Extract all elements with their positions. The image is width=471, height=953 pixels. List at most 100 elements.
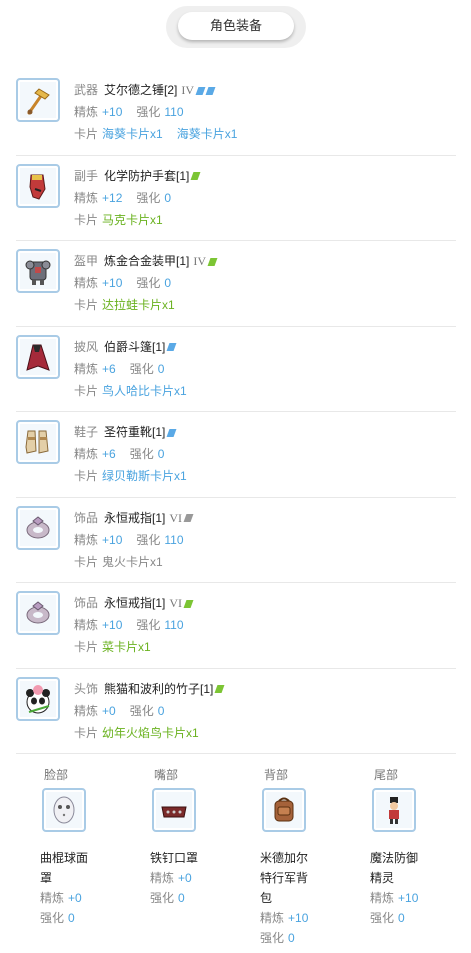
costume-name-line: 魔法防御 <box>370 851 419 865</box>
enhance-value: 0 <box>164 190 172 205</box>
card-name[interactable]: 海葵卡片x1 <box>177 127 238 141</box>
card-name[interactable]: 马克卡片x1 <box>102 213 163 227</box>
refine-value: +0 <box>178 871 192 885</box>
costume-refine: 精炼 +0 <box>40 888 96 908</box>
equipment-cards: 卡片 菜卡片x1 <box>74 637 161 657</box>
card-slot-icon <box>205 86 216 95</box>
card-slot-icon <box>190 172 201 181</box>
refine-label: 精炼 <box>150 871 175 885</box>
refine-label: 精炼 <box>74 618 99 632</box>
refine-label: 精炼 <box>74 105 99 119</box>
equipment-cards: 卡片 海葵卡片x1 海葵卡片x1 <box>74 124 247 144</box>
refine-value: +0 <box>68 891 82 905</box>
costume-name-line: 精灵 <box>370 871 395 885</box>
equipment-row[interactable]: 饰品 永恒戒指[1] VI 精炼 +10 强化 110 卡片 菜卡片x1 <box>16 583 456 669</box>
refine-value: +10 <box>398 891 419 905</box>
equipment-row[interactable]: 鞋子 圣符重靴[1] 精炼 +6 强化 0 卡片 绿贝勒斯卡片x1 <box>16 412 456 498</box>
enhance-value: 0 <box>157 361 165 376</box>
item-name[interactable]: 圣符重靴[1] <box>104 425 165 439</box>
card-name[interactable]: 达拉蛙卡片x1 <box>102 298 175 312</box>
cloak-icon[interactable] <box>16 334 60 379</box>
equipment-stats: 精炼 +10 强化 110 <box>74 530 198 550</box>
costume-enhance: 强化 0 <box>370 908 419 928</box>
card-slot-icon <box>183 599 194 608</box>
card-slot-icon <box>207 257 218 266</box>
card-name[interactable]: 菜卡片x1 <box>102 640 151 654</box>
refine-label: 精炼 <box>74 190 99 205</box>
refine-value: +10 <box>102 532 123 547</box>
item-name[interactable]: 炼金合金装甲[1] <box>104 254 189 268</box>
refine-value: +12 <box>102 190 123 205</box>
card-label: 卡片 <box>74 212 99 227</box>
slot-label: 头饰 <box>74 681 99 696</box>
equipment-title: 披风 伯爵斗篷[1] <box>74 337 177 357</box>
equipment-row[interactable]: 盔甲 炼金合金装甲[1] IV 精炼 +10 强化 0 卡片 达拉蛙卡片x1 <box>16 241 456 327</box>
costume-name[interactable]: 曲棍球面罩 <box>40 848 104 888</box>
card-name[interactable]: 绿贝勒斯卡片x1 <box>102 469 187 483</box>
costume-name[interactable]: 魔法防御 精灵 <box>370 848 434 888</box>
equipment-stats: 精炼 +10 强化 110 <box>74 102 198 122</box>
enhance-value: 110 <box>164 105 184 119</box>
boots-icon[interactable] <box>16 420 60 464</box>
equipment-stats: 精炼 +10 强化 110 <box>74 615 198 635</box>
nutcracker-icon[interactable] <box>372 788 416 832</box>
card-name[interactable]: 鸟人哈比卡片x1 <box>102 384 187 398</box>
refine-value: +6 <box>102 447 116 461</box>
costume-slot-label: 尾部 <box>374 768 399 782</box>
item-name[interactable]: 化学防护手套[1] <box>104 169 189 183</box>
panda-icon[interactable] <box>16 676 60 721</box>
enhance-label: 强化 <box>150 891 175 905</box>
card-label: 卡片 <box>74 554 99 569</box>
costume-slot-label: 脸部 <box>44 768 69 782</box>
enhance-label: 强化 <box>40 911 65 925</box>
item-name[interactable]: 艾尔德之锤[2] <box>104 83 177 97</box>
equipment-row[interactable]: 头饰 熊猫和波利的竹子[1] 精炼 +0 强化 0 卡片 幼年火焰鸟卡片x1 <box>16 669 456 754</box>
refine-value: +10 <box>102 105 123 119</box>
card-label: 卡片 <box>74 127 99 141</box>
hockey-mask-icon[interactable] <box>42 788 86 832</box>
equipment-cards: 卡片 达拉蛙卡片x1 <box>74 295 185 315</box>
enhance-value: 0 <box>398 911 405 925</box>
card-name[interactable]: 幼年火焰鸟卡片x1 <box>102 726 199 740</box>
backpack-icon[interactable] <box>262 788 306 832</box>
costume-enhance: 强化 0 <box>260 928 309 948</box>
card-label: 卡片 <box>74 725 99 740</box>
hammer-icon[interactable] <box>16 78 60 122</box>
equipment-title: 武器 艾尔德之锤[2] IV <box>74 80 216 100</box>
equipment-row[interactable]: 饰品 永恒戒指[1] VI 精炼 +10 强化 110 卡片 鬼火卡片x1 <box>16 498 456 583</box>
costume-name[interactable]: 铁钉口罩 <box>150 848 214 868</box>
enhance-label: 强化 <box>129 703 154 718</box>
card-name[interactable]: 海葵卡片x1 <box>102 127 163 141</box>
equipment-row[interactable]: 披风 伯爵斗篷[1] 精炼 +6 强化 0 卡片 鸟人哈比卡片x1 <box>16 327 456 412</box>
equipment-stats: 精炼 +6 强化 0 <box>74 359 178 379</box>
ring-icon[interactable] <box>16 591 60 635</box>
enhance-label: 强化 <box>136 105 161 119</box>
item-name[interactable]: 熊猫和波利的竹子[1] <box>104 682 213 696</box>
card-slot-icon <box>183 514 194 523</box>
costume-slot-label: 背部 <box>264 768 289 782</box>
refine-value: +10 <box>102 276 123 290</box>
armor-icon[interactable] <box>16 249 60 293</box>
item-name[interactable]: 永恒戒指[1] <box>104 596 165 610</box>
costume-name[interactable]: 米德加尔 特行军背包 <box>260 848 324 908</box>
item-name[interactable]: 永恒戒指[1] <box>104 511 165 525</box>
equipment-title: 饰品 永恒戒指[1] VI <box>74 508 194 528</box>
costume-enhance: 强化 0 <box>150 888 199 908</box>
equipment-row[interactable]: 武器 艾尔德之锤[2] IV 精炼 +10 强化 110 卡片 海葵卡片x1 海葵卡片x1 <box>16 70 456 156</box>
item-grade: IV <box>181 83 195 97</box>
spiked-mask-icon[interactable] <box>152 788 196 832</box>
costume-name-line: 罩 <box>40 871 53 885</box>
card-name[interactable]: 鬼火卡片x1 <box>102 555 163 569</box>
equipment-title: 鞋子 圣符重靴[1] <box>74 422 177 442</box>
refine-label: 精炼 <box>74 532 99 547</box>
equipment-row[interactable]: 副手 化学防护手套[1] 精炼 +12 强化 0 卡片 马克卡片x1 <box>16 156 456 241</box>
equipment-list: 武器 艾尔德之锤[2] IV 精炼 +10 强化 110 卡片 海葵卡片x1 海葵卡片x1 副手 化学… <box>16 70 456 754</box>
glove-icon[interactable] <box>16 163 60 208</box>
equipment-cards: 卡片 鬼火卡片x1 <box>74 552 173 572</box>
item-name[interactable]: 伯爵斗篷[1] <box>104 340 165 354</box>
refine-value: +10 <box>102 618 123 632</box>
ring-icon[interactable] <box>16 505 60 550</box>
equipment-cards: 卡片 幼年火焰鸟卡片x1 <box>74 723 209 743</box>
equipment-stats: 精炼 +6 强化 0 <box>74 444 178 464</box>
equipment-cards: 卡片 绿贝勒斯卡片x1 <box>74 466 197 486</box>
